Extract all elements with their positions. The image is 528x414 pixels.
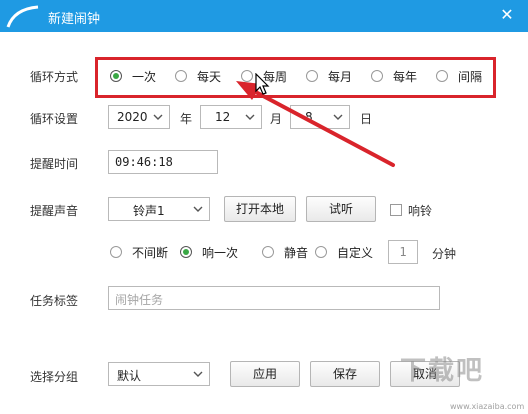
loop-mode-label: 循环方式 xyxy=(30,70,79,84)
chevron-down-icon xyxy=(245,114,255,120)
select-group-label: 选择分组 xyxy=(30,370,79,384)
radio-weekly[interactable] xyxy=(241,70,253,82)
month-value: 12 xyxy=(215,110,231,124)
loop-mode-interval[interactable]: 间隔 xyxy=(436,66,482,86)
minutes-unit: 分钟 xyxy=(432,247,457,261)
custom-minutes-input[interactable]: 1 xyxy=(388,240,418,264)
loop-settings-label: 循环设置 xyxy=(30,112,79,126)
year-unit: 年 xyxy=(180,112,193,126)
ring-label: 响铃 xyxy=(408,204,433,218)
apply-button[interactable]: 应用 xyxy=(230,361,300,387)
loop-mode-yearly[interactable]: 每年 xyxy=(371,66,417,86)
day-value: 8 xyxy=(305,110,313,124)
year-select[interactable]: 2020 xyxy=(108,105,170,129)
play-mode-once[interactable]: 响一次 xyxy=(180,242,238,262)
group-value: 默认 xyxy=(117,369,142,383)
chevron-down-icon xyxy=(193,371,203,377)
radio-daily[interactable] xyxy=(175,70,187,82)
remind-time-label: 提醒时间 xyxy=(30,157,79,171)
window-title: 新建闹钟 xyxy=(48,12,101,27)
loop-mode-monthly[interactable]: 每月 xyxy=(306,66,352,86)
radio-label: 静音 xyxy=(284,245,309,260)
open-local-button[interactable]: 打开本地 xyxy=(224,196,296,222)
radio-label: 间隔 xyxy=(458,69,483,84)
radio-ring-once[interactable] xyxy=(180,246,192,258)
chevron-down-icon xyxy=(333,114,343,120)
chevron-down-icon xyxy=(193,206,203,212)
play-mode-continuous[interactable]: 不间断 xyxy=(110,242,168,262)
month-unit: 月 xyxy=(270,112,283,126)
sound-value: 铃声1 xyxy=(133,204,165,218)
app-logo-icon xyxy=(6,5,39,28)
preview-button[interactable]: 试听 xyxy=(306,196,376,222)
radio-once[interactable] xyxy=(110,70,122,82)
radio-label: 一次 xyxy=(132,69,157,84)
radio-label: 响一次 xyxy=(202,245,239,260)
mouse-cursor-icon xyxy=(255,73,270,95)
radio-yearly[interactable] xyxy=(371,70,383,82)
remind-sound-label: 提醒声音 xyxy=(30,204,79,218)
task-label-label: 任务标签 xyxy=(30,294,79,308)
year-value: 2020 xyxy=(117,110,148,124)
radio-label: 每月 xyxy=(328,69,353,84)
play-mode-mute[interactable]: 静音 xyxy=(262,242,308,262)
radio-continuous[interactable] xyxy=(110,246,122,258)
day-select[interactable]: 8 xyxy=(290,105,350,129)
watermark-text: 下载吧 xyxy=(400,356,485,386)
watermark: 下载吧 www.xiazaiba.com xyxy=(396,346,524,412)
loop-mode-daily[interactable]: 每天 xyxy=(175,66,221,86)
radio-label: 每年 xyxy=(393,69,418,84)
chevron-down-icon xyxy=(153,114,163,120)
save-button[interactable]: 保存 xyxy=(310,361,380,387)
radio-label: 自定义 xyxy=(337,245,374,260)
sound-select[interactable]: 铃声1 xyxy=(108,197,210,221)
radio-mute[interactable] xyxy=(262,246,274,258)
group-select[interactable]: 默认 xyxy=(108,362,210,386)
radio-label: 不间断 xyxy=(132,245,169,260)
title-bar: 新建闹钟 ✕ xyxy=(0,0,528,32)
radio-custom[interactable] xyxy=(315,246,327,258)
ring-checkbox[interactable] xyxy=(390,204,402,216)
remind-time-input[interactable]: 09:46:18 xyxy=(108,150,218,174)
month-select[interactable]: 12 xyxy=(200,105,262,129)
close-icon[interactable]: ✕ xyxy=(498,6,516,24)
loop-mode-once[interactable]: 一次 xyxy=(110,66,156,86)
radio-interval[interactable] xyxy=(436,70,448,82)
play-mode-custom[interactable]: 自定义 xyxy=(315,242,373,262)
radio-label: 每天 xyxy=(197,69,222,84)
day-unit: 日 xyxy=(360,112,373,126)
task-label-input[interactable]: 闹钟任务 xyxy=(108,286,440,310)
watermark-url: www.xiazaiba.com xyxy=(450,402,525,411)
radio-monthly[interactable] xyxy=(306,70,318,82)
loop-mode-group: 一次 每天 每周 每月 每年 间隔 xyxy=(96,56,496,98)
